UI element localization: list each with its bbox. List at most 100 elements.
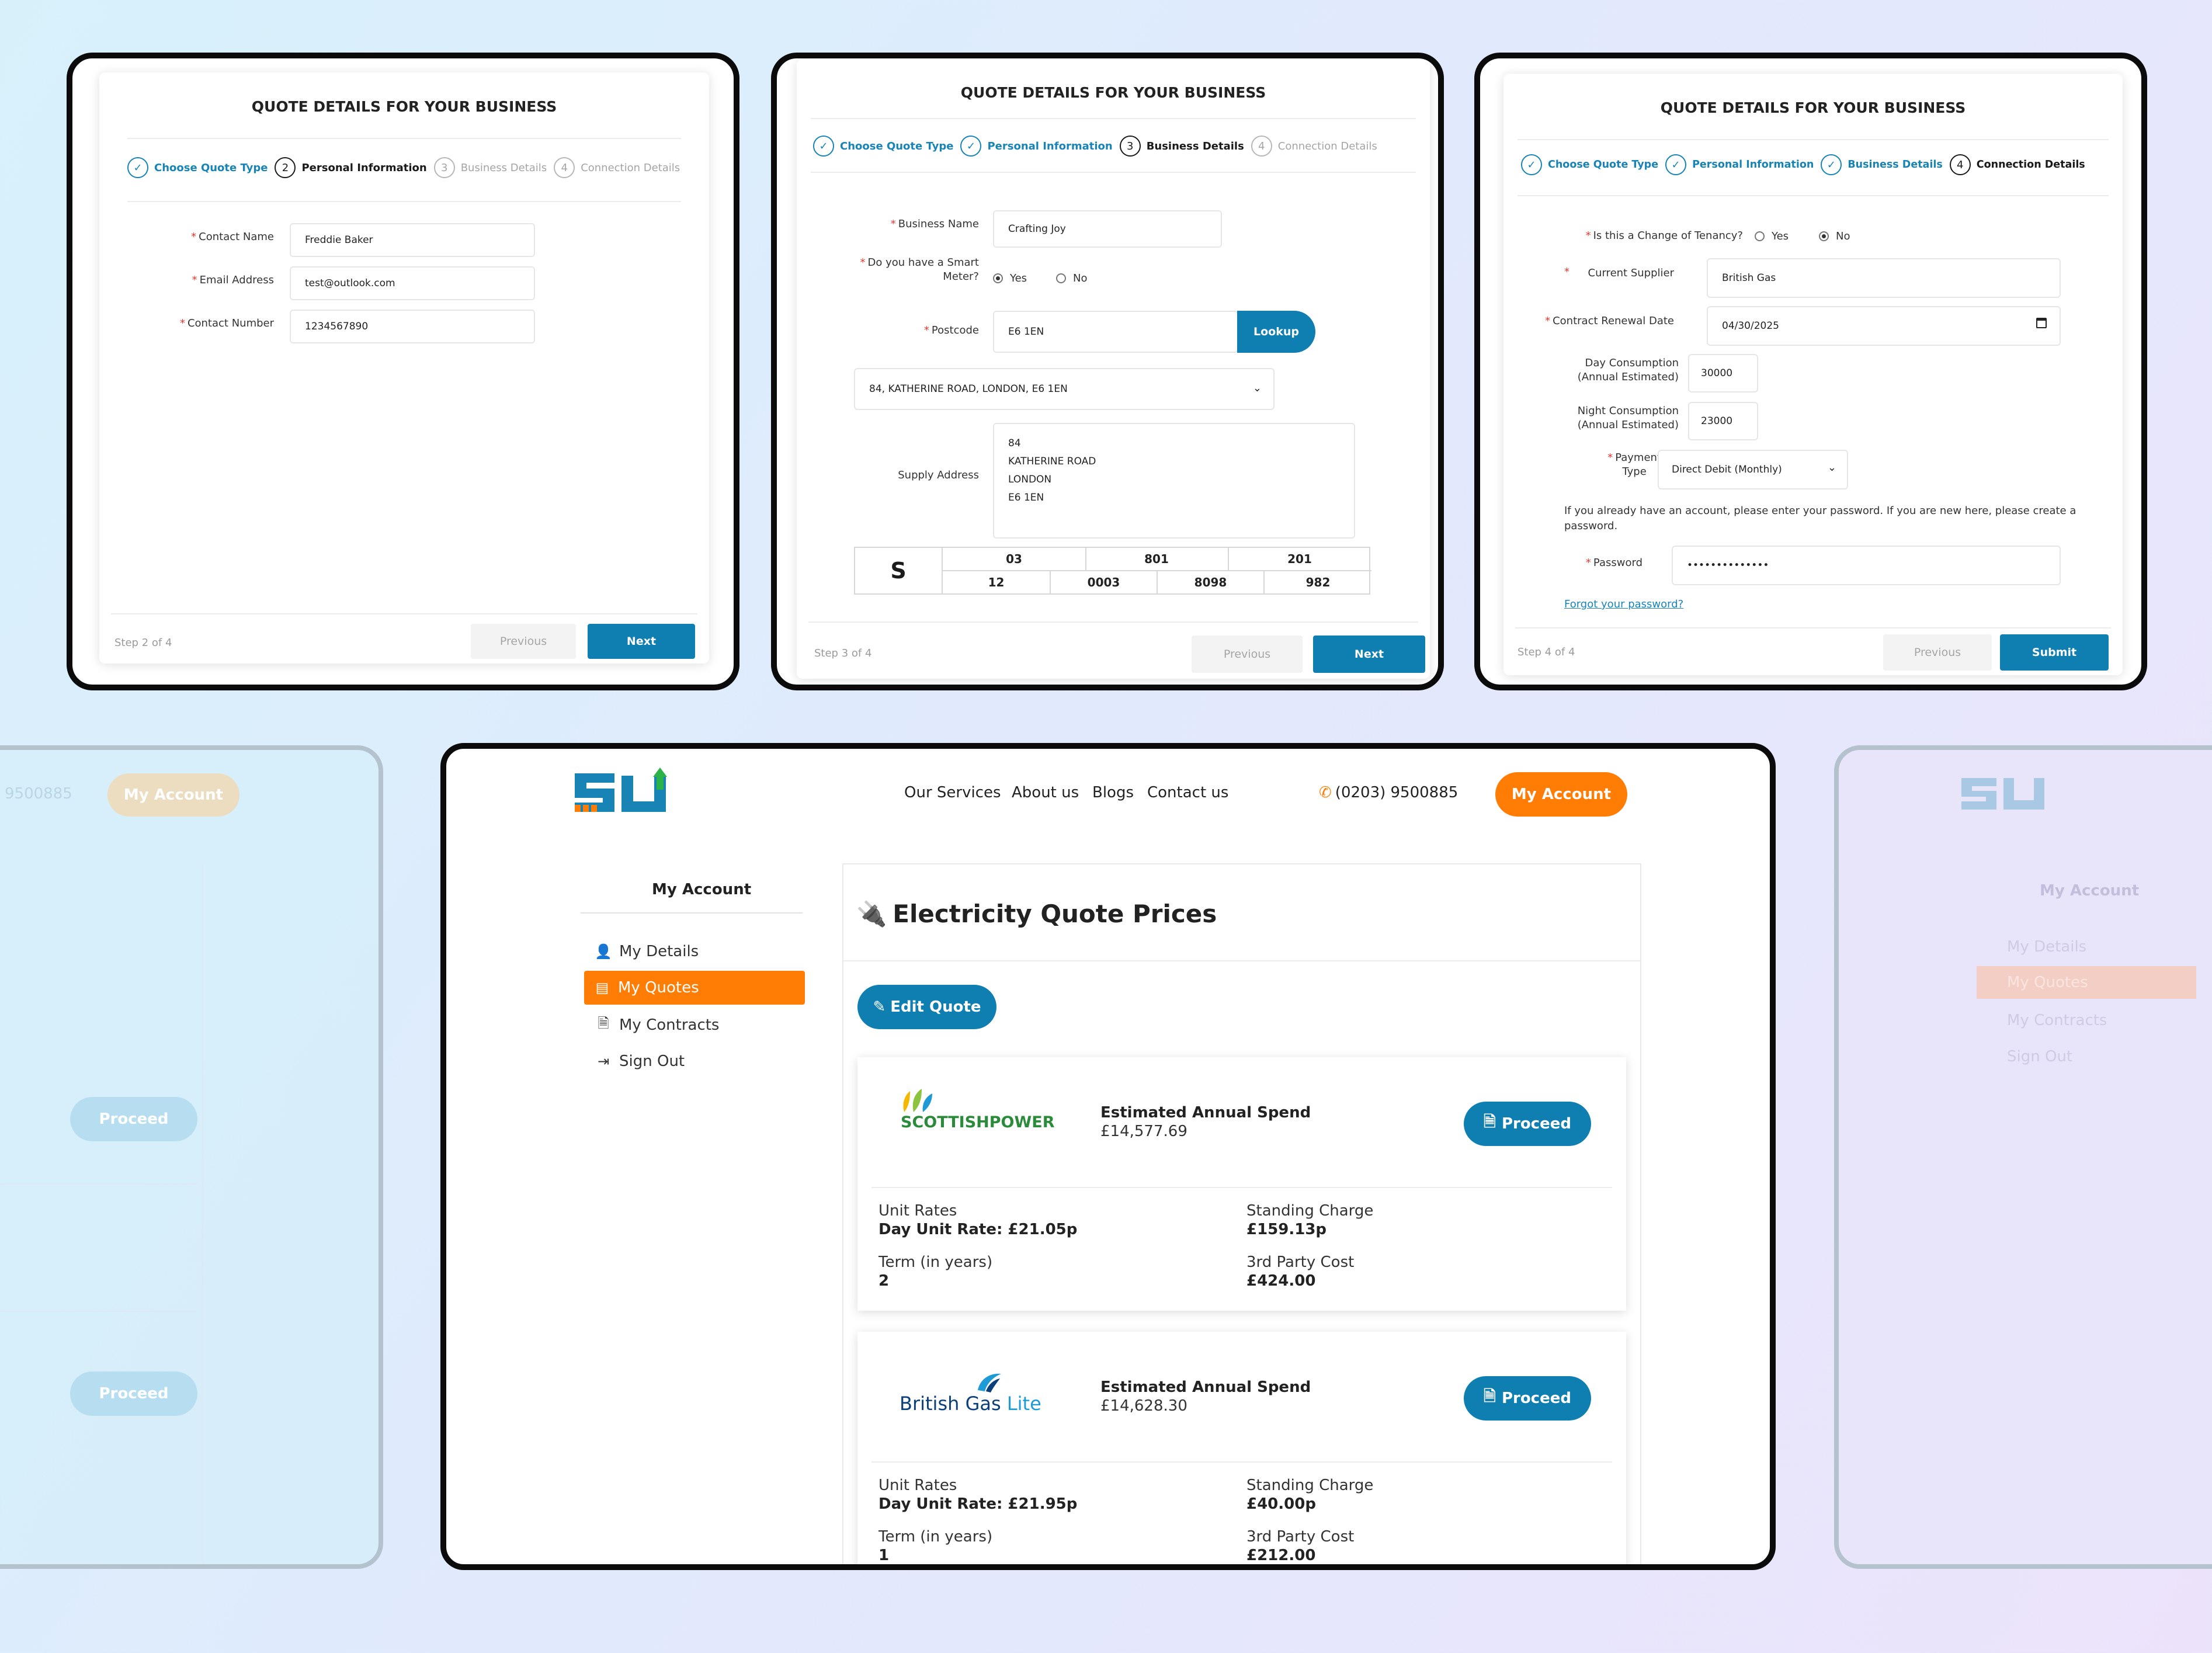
term-value: 2 xyxy=(878,1272,890,1290)
third-party-cost-value: £424.00 xyxy=(1246,1272,1316,1290)
chevron-down-icon: ⌄ xyxy=(1827,461,1836,474)
night-consumption-label: Night Consumption (Annual Estimated) xyxy=(1577,405,1679,431)
business-name-input[interactable]: Crafting Joy xyxy=(993,210,1222,248)
step-connection-details[interactable]: 4 Connection Details xyxy=(1251,136,1377,157)
my-account-button[interactable]: My Account xyxy=(1495,772,1627,817)
document-icon: 🗎 xyxy=(1484,1388,1496,1405)
phone-link[interactable]: ✆ (0203) 9500885 xyxy=(1319,784,1458,801)
step-counter: Step 3 of 4 xyxy=(814,647,872,659)
sidebar-item-sign-out[interactable]: ⇥ Sign Out xyxy=(586,1044,806,1078)
submit-button[interactable]: Submit xyxy=(2000,634,2109,671)
term-label: Term (in years) xyxy=(878,1253,993,1271)
sidebar-title: My Account xyxy=(652,881,752,898)
ghost-screen-left: 9500885 My Account Proceed Proceed xyxy=(0,745,383,1569)
contact-name-label: * Contact Name xyxy=(191,231,274,243)
tenancy-yes-radio[interactable]: Yes xyxy=(1755,230,1789,242)
edit-icon: ✎ xyxy=(873,998,886,1016)
divider xyxy=(1518,139,2109,140)
smart-meter-no-radio[interactable]: No xyxy=(1056,272,1087,284)
password-input[interactable]: •••••••••••••• xyxy=(1672,546,2061,585)
unit-rates-label: Unit Rates xyxy=(878,1202,957,1220)
step-personal-information[interactable]: ✓ Personal Information xyxy=(1665,154,1814,175)
list-icon: ▤ xyxy=(595,980,609,996)
chevron-down-icon: ⌄ xyxy=(1252,382,1262,394)
sidebar-item-my-details[interactable]: 👤 My Details xyxy=(586,935,806,968)
next-button[interactable]: Next xyxy=(588,624,695,659)
standing-charge-label: Standing Charge xyxy=(1246,1202,1374,1220)
renewal-date-input[interactable]: 04/30/2025 xyxy=(1707,306,2061,346)
quote-form-step-2-frame: QUOTE DETAILS FOR YOUR BUSINESS ✓ Choose … xyxy=(67,53,739,690)
step-counter: Step 4 of 4 xyxy=(1518,646,1575,658)
postcode-input[interactable]: E6 1EN xyxy=(993,311,1238,353)
nav-about-us[interactable]: About us xyxy=(1012,784,1079,801)
estimated-spend-value: £14,577.69 xyxy=(1100,1123,1187,1140)
step-choose-quote-type[interactable]: ✓ Choose Quote Type xyxy=(127,157,268,178)
night-consumption-input[interactable]: 23000 xyxy=(1688,402,1758,440)
nav-blogs[interactable]: Blogs xyxy=(1092,784,1134,801)
step-connection-details[interactable]: 4 Connection Details xyxy=(554,157,680,178)
payment-type-label: * Payment Type xyxy=(1607,452,1661,478)
step-indicator: ✓ Choose Quote Type ✓ Personal Information… xyxy=(1521,154,2092,175)
check-icon: ✓ xyxy=(1521,154,1542,175)
mpan-top-cell: 801 xyxy=(1144,552,1169,566)
previous-button[interactable]: Previous xyxy=(1883,634,1992,671)
email-label: * Email Address xyxy=(192,274,274,286)
step-choose-quote-type[interactable]: ✓ Choose Quote Type xyxy=(1521,154,1658,175)
tenancy-no-radio[interactable]: No xyxy=(1819,230,1850,242)
step-business-details[interactable]: 3 Business Details xyxy=(1119,136,1244,157)
proceed-button[interactable]: 🗎 Proceed xyxy=(1464,1102,1591,1146)
email-input[interactable]: test@outlook.com xyxy=(290,266,535,300)
lookup-button[interactable]: Lookup xyxy=(1237,311,1315,353)
su-logo[interactable] xyxy=(567,766,678,822)
step-personal-information[interactable]: ✓ Personal Information xyxy=(960,136,1113,157)
renewal-date-label: * Contract Renewal Date xyxy=(1545,315,1674,327)
nav-our-services[interactable]: Our Services xyxy=(904,784,1001,801)
quote-form-card: QUOTE DETAILS FOR YOUR BUSINESS ✓ Choose … xyxy=(797,60,1430,679)
ghost-account-button: My Account xyxy=(107,773,239,817)
day-consumption-input[interactable]: 30000 xyxy=(1688,354,1758,393)
british-gas-wordmark: British Gas xyxy=(900,1392,1001,1415)
step-choose-quote-type[interactable]: ✓ Choose Quote Type xyxy=(813,136,953,157)
previous-button[interactable]: Previous xyxy=(471,624,576,659)
contact-number-label: * Contact Number xyxy=(179,317,274,329)
previous-button[interactable]: Previous xyxy=(1192,635,1303,673)
proceed-button[interactable]: 🗎 Proceed xyxy=(1464,1376,1591,1421)
smart-meter-yes-radio[interactable]: Yes xyxy=(993,272,1027,284)
payment-type-select[interactable]: Direct Debit (Monthly) ⌄ xyxy=(1658,450,1848,489)
mpan-bottom-cell: 0003 xyxy=(1087,575,1120,589)
standing-charge-value: £159.13p xyxy=(1246,1221,1327,1238)
step-counter: Step 2 of 4 xyxy=(114,637,172,649)
address-select[interactable]: 84, KATHERINE ROAD, LONDON, E6 1EN ⌄ xyxy=(854,368,1275,410)
step-personal-information[interactable]: 2 Personal Information xyxy=(275,157,427,178)
ghost-sidebar-item: Sign Out xyxy=(2007,1048,2073,1065)
postcode-label: * Postcode xyxy=(923,324,979,336)
calendar-icon[interactable] xyxy=(2036,318,2047,328)
sidebar-item-my-quotes[interactable]: ▤ My Quotes xyxy=(584,971,805,1005)
ghost-sidebar-item-active: My Quotes xyxy=(1977,966,2196,999)
estimated-spend-label: Estimated Annual Spend xyxy=(1100,1104,1311,1121)
edit-quote-button[interactable]: ✎ Edit Quote xyxy=(857,985,996,1029)
unit-rates-value: Day Unit Rate: £21.05p xyxy=(878,1221,1078,1238)
british-gas-lite-logo: British Gas Lite xyxy=(900,1370,1051,1417)
sidebar-item-my-contracts[interactable]: 🗎 My Contracts xyxy=(586,1008,806,1042)
current-supplier-input[interactable]: British Gas xyxy=(1707,258,2061,298)
lite-wordmark: Lite xyxy=(1006,1392,1041,1415)
document-icon: 🗎 xyxy=(1484,1113,1496,1131)
quote-card-british-gas-lite: British Gas Lite Estimated Annual Spend … xyxy=(857,1332,1626,1564)
next-button[interactable]: Next xyxy=(1313,635,1425,673)
contact-number-input[interactable]: 1234567890 xyxy=(290,310,535,343)
mpan-bottom-cell: 8098 xyxy=(1194,575,1227,589)
ghost-sidebar-item: My Contracts xyxy=(2007,1012,2107,1029)
forgot-password-link[interactable]: Forgot your password? xyxy=(1564,598,1683,610)
nav-contact-us[interactable]: Contact us xyxy=(1147,784,1228,801)
unit-rates-label: Unit Rates xyxy=(878,1477,957,1494)
check-icon: ✓ xyxy=(960,136,982,157)
supply-address-textarea[interactable]: 84 KATHERINE ROAD LONDON E6 1EN xyxy=(993,423,1355,539)
step-business-details[interactable]: ✓ Business Details xyxy=(1821,154,1943,175)
step-connection-details[interactable]: 4 Connection Details xyxy=(1949,154,2085,175)
current-supplier-label: Current Supplier xyxy=(1588,267,1675,279)
contact-name-input[interactable]: Freddie Baker xyxy=(290,223,535,257)
divider xyxy=(808,621,1418,623)
estimated-spend-value: £14,628.30 xyxy=(1100,1397,1187,1415)
step-business-details[interactable]: 3 Business Details xyxy=(433,157,547,178)
